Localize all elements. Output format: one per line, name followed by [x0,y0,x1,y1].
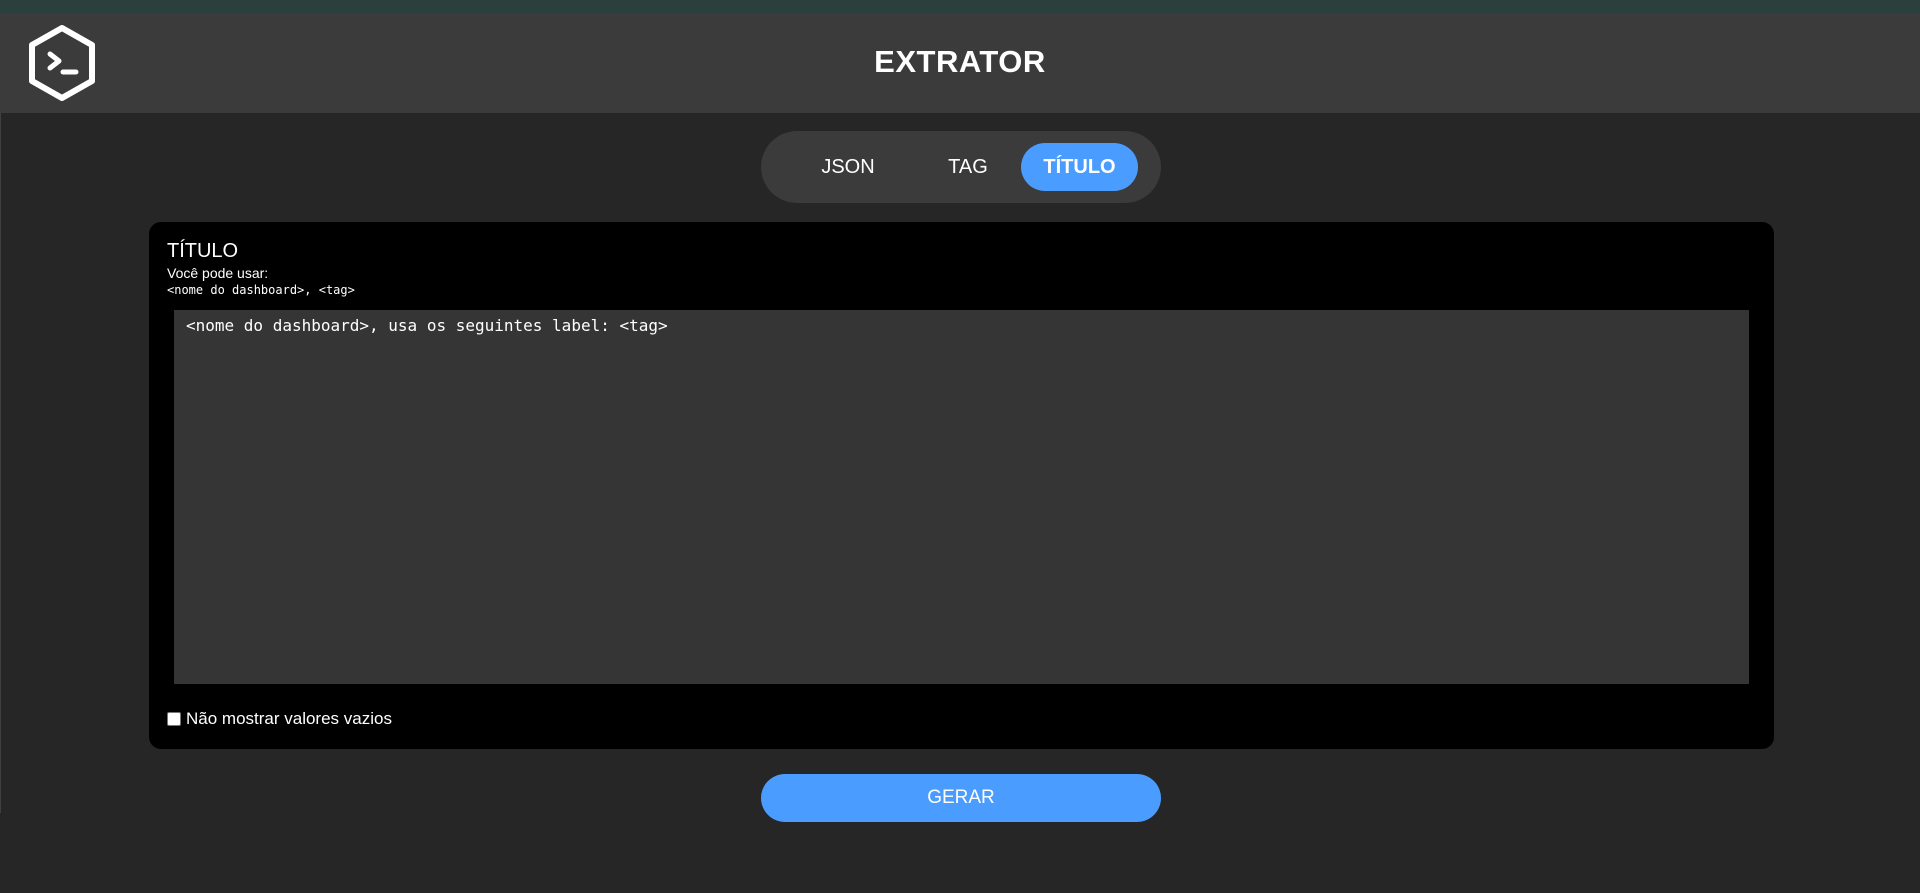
hide-empty-option[interactable]: Não mostrar valores vazios [167,708,392,730]
available-variables: <nome do dashboard>, <tag> [167,283,355,297]
panel-title: TÍTULO [167,240,239,262]
left-edge-divider [0,13,1,813]
mode-tabs: JSON TAG TÍTULO [761,131,1161,203]
title-template-panel: TÍTULO Você pode usar: <nome do dashboar… [149,222,1774,749]
template-textarea[interactable] [174,310,1749,684]
variables-hint: Você pode usar: [167,265,269,281]
tab-tag[interactable]: TAG [913,143,1023,191]
hide-empty-checkbox[interactable] [167,712,181,726]
app-header: EXTRATOR [0,13,1920,113]
window-top-strip [0,0,1920,13]
tab-json[interactable]: JSON [793,143,903,191]
tab-titulo[interactable]: TÍTULO [1021,143,1138,191]
app-title: EXTRATOR [874,44,1046,79]
generate-button[interactable]: GERAR [761,774,1161,822]
hide-empty-label: Não mostrar valores vazios [186,709,392,728]
